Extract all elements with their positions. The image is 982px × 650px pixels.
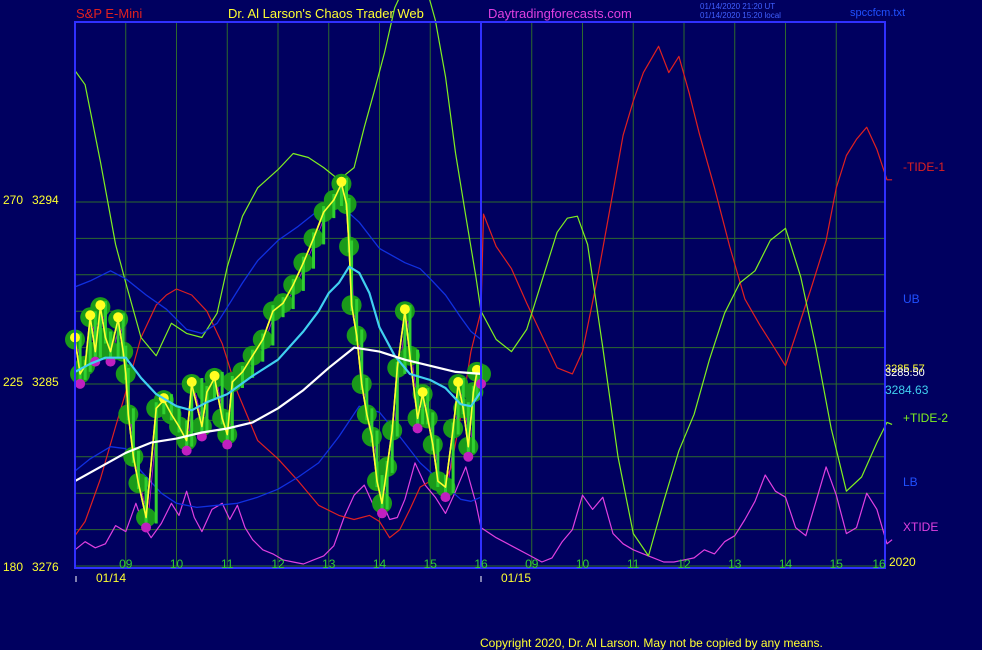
ub-label: UB (903, 292, 920, 306)
x-tick-day1-11: 11 (221, 557, 234, 571)
y-tick-price-3285: 3285 (32, 375, 59, 389)
x-tick-day2-09: 09 (525, 557, 539, 571)
x-tick-day2-11: 11 (627, 557, 640, 571)
price-low-dot-61 (463, 451, 474, 462)
price-low-dot-52 (412, 423, 423, 434)
day1-label: 01/14 (96, 571, 126, 585)
copyright: Copyright 2020, Dr. Al Larson. May not b… (480, 636, 823, 650)
data-file-label: spccfcm.txt (850, 7, 905, 19)
year-label: 2020 (889, 555, 916, 569)
x-tick-day1-09: 09 (119, 557, 133, 571)
price-low-dot-25 (222, 439, 233, 450)
chaos-trader-chart: S&P E-Mini Dr. Al Larson's Chaos Trader … (0, 0, 982, 650)
x-tick-day1-13: 13 (322, 557, 336, 571)
y-tick-angle-180: 180 (3, 560, 23, 574)
price-readout-c: 3284.63 (885, 383, 929, 397)
site-url: Daytradingforecasts.com (488, 6, 632, 21)
x-tick-day1-14: 14 (373, 557, 387, 571)
timestamp-local: 01/14/2020 15:20 local (700, 11, 781, 20)
x-tick-day1-15: 15 (424, 557, 438, 571)
x-tick-day2-12: 12 (677, 557, 691, 571)
symbol-label: S&P E-Mini (76, 6, 142, 21)
y-tick-angle-225: 225 (3, 375, 23, 389)
tide2-label: +TIDE-2 (903, 411, 948, 425)
x-tick-day1-12: 12 (271, 557, 285, 571)
price-low-dot-19 (181, 445, 192, 456)
y-tick-price-3294: 3294 (32, 193, 59, 207)
x-tick-day2-15: 15 (830, 557, 844, 571)
price-low-dot-57 (440, 492, 451, 503)
day2-label: 01/15 (501, 571, 531, 585)
tide1-label: -TIDE-1 (903, 160, 945, 174)
price-low-dot-14 (141, 522, 152, 533)
price-low-dot-46 (377, 508, 388, 519)
x-tick-day1-16: 16 (474, 557, 488, 571)
x-tick-day2-13: 13 (728, 557, 742, 571)
y-tick-angle-270: 270 (3, 193, 23, 207)
timestamp-ut: 01/14/2020 21:20 UT (700, 2, 775, 11)
x-tick-day2-10: 10 (576, 557, 590, 571)
y-tick-price-3276: 3276 (32, 560, 59, 574)
x-tick-day1-10: 10 (170, 557, 184, 571)
x-tick-day2-14: 14 (779, 557, 793, 571)
price-readout-b: 3285.50 (885, 367, 925, 379)
x-tick-day2-16: 16 (872, 557, 886, 571)
price-low-dot-1 (75, 378, 86, 389)
xtide-label: XTIDE (903, 520, 938, 534)
lb-label: LB (903, 475, 918, 489)
